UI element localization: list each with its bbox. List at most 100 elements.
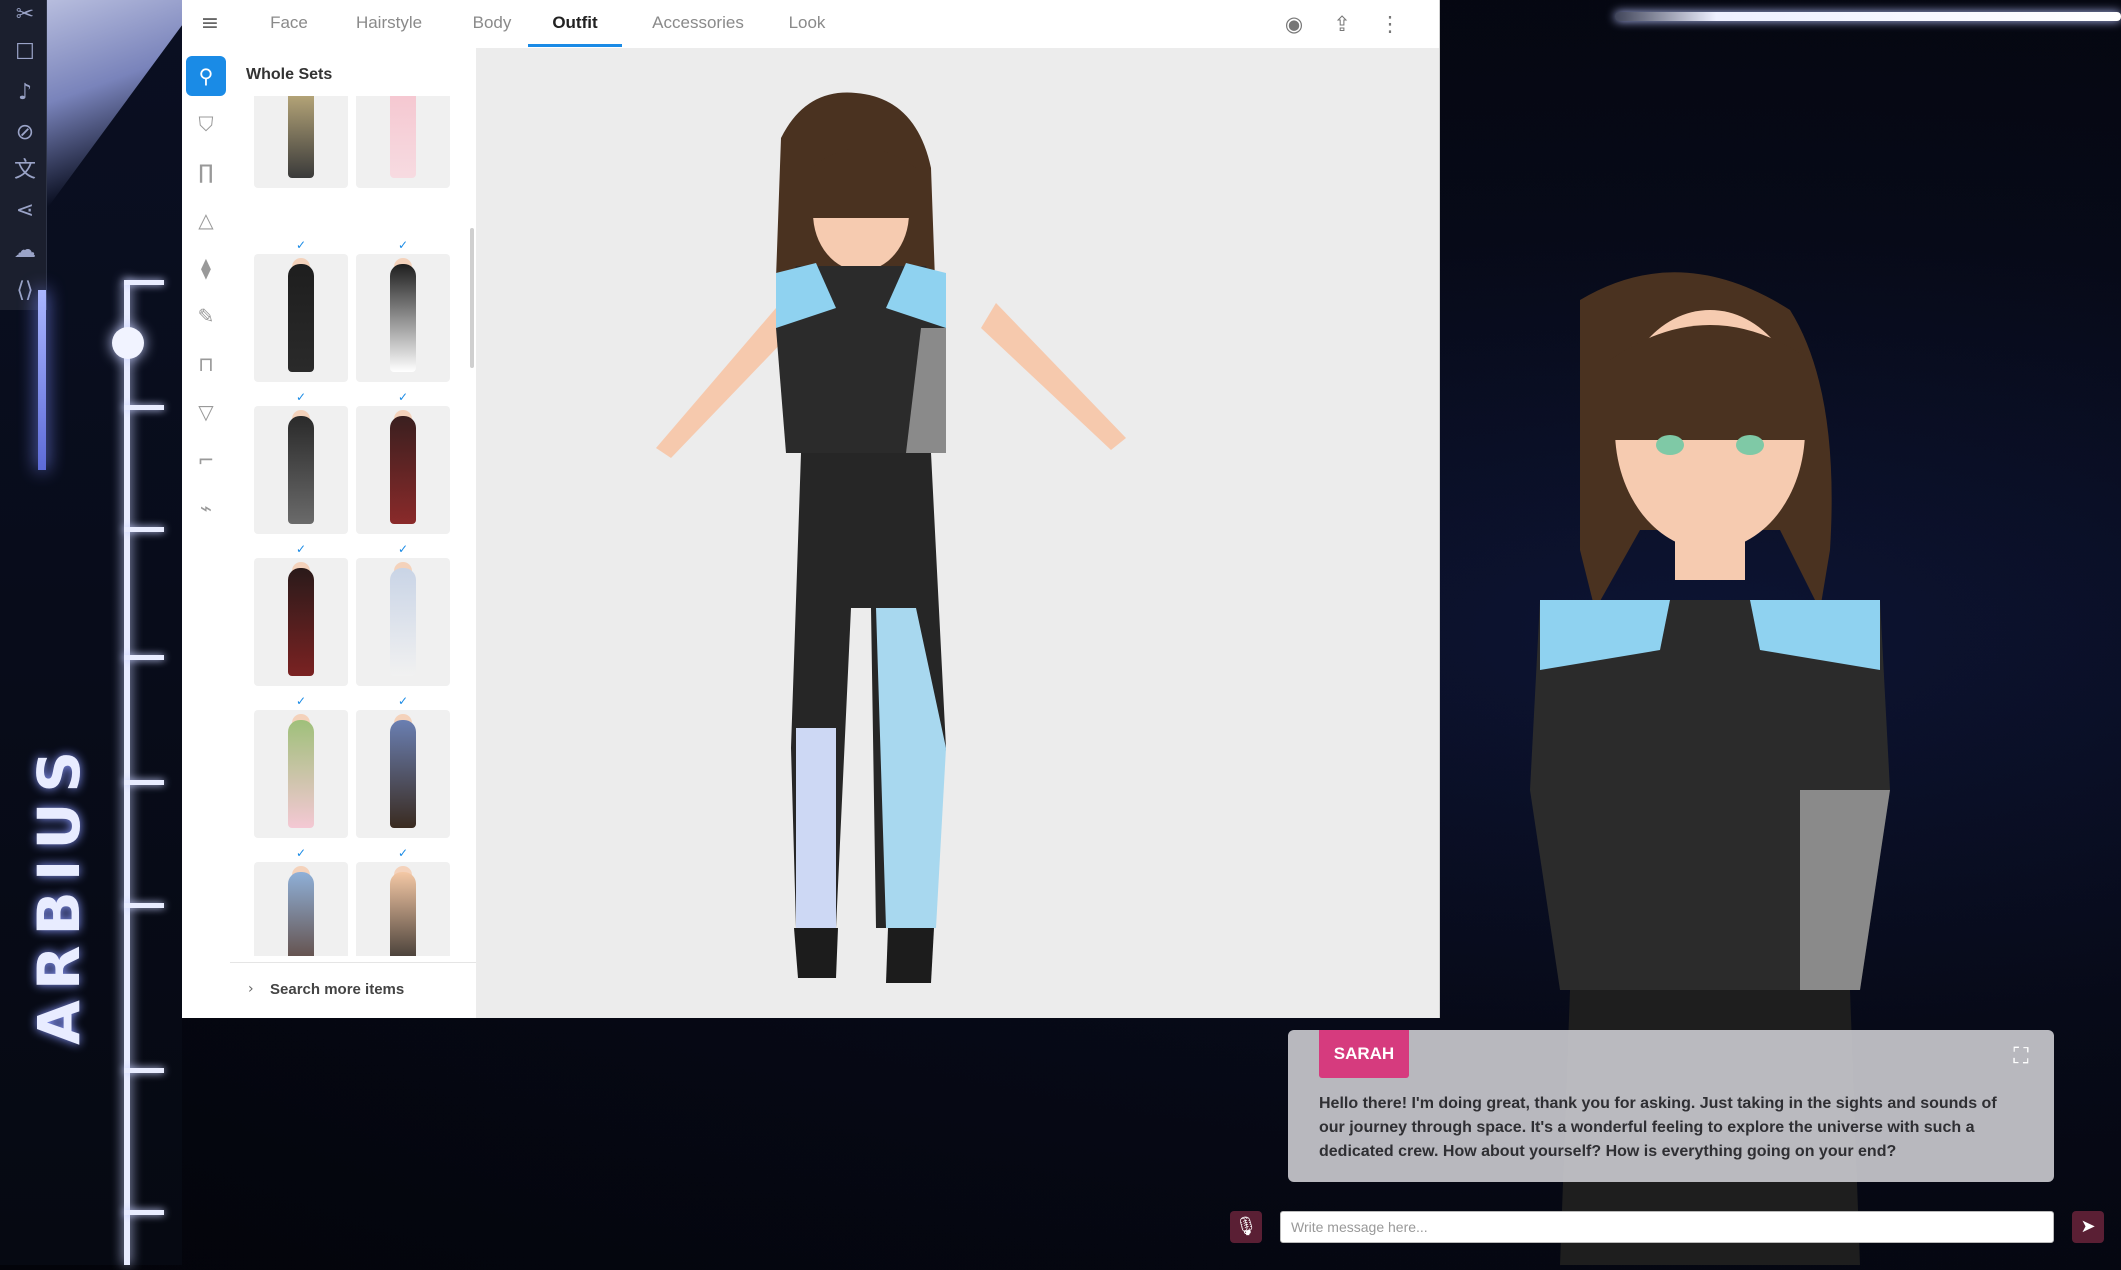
tab-outfit[interactable]: Outfit [528,0,622,47]
outfit-figure [288,96,314,178]
outfit-figure [390,264,416,372]
accessory-icon[interactable]: ⌁ [186,488,226,528]
glow-accent [38,290,46,470]
outfit-item[interactable] [254,558,348,686]
tab-body[interactable]: Body [452,0,532,46]
outfit-item[interactable] [356,558,450,686]
avatar-tpose-figure [656,92,1126,983]
mic-button[interactable]: 🎙 [1230,1211,1262,1243]
speaker-badge: SARAH [1319,1030,1409,1078]
code-icon[interactable]: ⟨⟩ [12,278,38,304]
avatar-bangs [811,148,916,218]
outfit-figure [288,720,314,828]
translate-icon[interactable]: 文 [12,158,38,184]
slider-thumb[interactable] [112,327,144,359]
chat-avatar-shirt-panel [1800,790,1890,990]
slider-tick [124,1210,164,1215]
share-icon[interactable]: ⋖ [12,198,38,224]
outfit-figure [390,568,416,676]
send-icon: ➤ [2080,1216,2096,1237]
checkmark-icon: ✓ [295,390,307,404]
outfit-item[interactable] [254,406,348,534]
mic-icon: 🎙 [1234,1216,1258,1237]
outfit-item[interactable] [356,254,450,382]
item-grid: ✓ ✓ ✓ ✓ ✓ ✓ ✓ ✓ ✓ ✓ [230,96,476,956]
outfit-item[interactable] [254,96,348,188]
top-icon[interactable]: ⛉ [186,104,226,144]
checkmark-icon: ✓ [295,238,307,252]
checkmark-icon: ✓ [397,694,409,708]
item-panel: Whole Sets ✓ ✓ ✓ ✓ ✓ ✓ ✓ ✓ ✓ ✓ › Search … [230,48,477,1018]
search-more-label: Search more items [270,981,405,998]
outfit-item[interactable] [356,862,450,956]
avatar-preview-viewport[interactable] [476,48,1439,1018]
outfit-figure [288,416,314,524]
tie-icon[interactable]: ⧫ [186,248,226,288]
avatar-boot [794,928,838,978]
category-rail: ⚲ ⛉ ∏ △ ⧫ ✎ ⊓ ▽ ⌐ ⌁ [182,48,231,1018]
avatar-right-arm [981,303,1126,450]
slider-tick [124,780,164,785]
checkmark-icon: ✓ [397,542,409,556]
outfit-item[interactable] [254,862,348,956]
checkmark-icon: ✓ [397,390,409,404]
underwear-icon[interactable]: ▽ [186,392,226,432]
panel-title: Whole Sets [246,66,333,83]
top-glow-line [1615,12,2121,21]
more-vertical-icon[interactable]: ⋮ [1376,10,1404,38]
search-more-button[interactable]: › Search more items [230,962,476,1018]
outfit-item[interactable] [356,406,450,534]
slider-tick [124,903,164,908]
scissors-icon[interactable]: ✂ [12,2,38,28]
slider-tick [124,405,164,410]
vertical-slider-track[interactable] [124,280,130,1265]
checkmark-icon: ✓ [295,846,307,860]
expand-icon[interactable]: ⛶ [2008,1044,2034,1070]
tab-look[interactable]: Look [772,0,842,46]
slider-tick [124,280,164,285]
camera-off-icon[interactable]: ⊘ [12,120,38,146]
left-toolbar: ✂ ☐ ♪ ⊘ 文 ⋖ ☁ ⟨⟩ [0,0,47,310]
outfit-figure [390,96,416,178]
speaker-icon[interactable]: ♪ [12,80,38,106]
avatar-pant-leg [796,728,836,928]
chat-message-card: SARAH ⛶ Hello there! I'm doing great, th… [1288,1030,2054,1182]
outfit-figure [390,872,416,956]
chat-icon[interactable]: ☐ [12,40,38,66]
outfit-figure [288,264,314,372]
outfit-item[interactable] [356,96,450,188]
download-icon[interactable]: ☁ [12,238,38,264]
slider-tick [124,655,164,660]
slider-tick [124,527,164,532]
panel-scrollbar[interactable] [470,228,474,368]
tab-accessories[interactable]: Accessories [634,0,762,46]
chat-avatar-eye [1656,435,1684,455]
brand-logo-text: ARBIUS [25,740,93,1045]
checkmark-icon: ✓ [397,846,409,860]
editor-tabbar: ≡ Face Hairstyle Body Outfit Accessories… [182,0,1439,49]
avatar-boot [886,928,934,983]
outfit-item[interactable] [254,710,348,838]
export-icon[interactable]: ⇪ [1328,10,1356,38]
checkmark-icon: ✓ [397,238,409,252]
tab-hairstyle[interactable]: Hairstyle [334,0,444,46]
chat-avatar-bangs [1610,325,1810,440]
bottom-icon[interactable]: ∏ [186,152,226,192]
outfit-figure [390,416,416,524]
brush-icon[interactable]: ✎ [186,296,226,336]
outfit-figure [390,720,416,828]
dress-icon[interactable]: △ [186,200,226,240]
outfit-item[interactable] [254,254,348,382]
shoe-icon[interactable]: ⌐ [186,440,226,480]
bag-icon[interactable]: ⊓ [186,344,226,384]
message-input[interactable] [1280,1211,2054,1243]
avatar-left-arm [656,308,791,458]
chevron-right-icon: › [248,981,254,997]
whole-set-icon[interactable]: ⚲ [186,56,226,96]
outfit-item[interactable] [356,710,450,838]
menu-icon[interactable]: ≡ [196,10,224,38]
camera-icon[interactable]: ◉ [1280,10,1308,38]
tab-face[interactable]: Face [254,0,324,46]
avatar-editor-window: ≡ Face Hairstyle Body Outfit Accessories… [182,0,1440,1018]
send-button[interactable]: ➤ [2072,1211,2104,1243]
